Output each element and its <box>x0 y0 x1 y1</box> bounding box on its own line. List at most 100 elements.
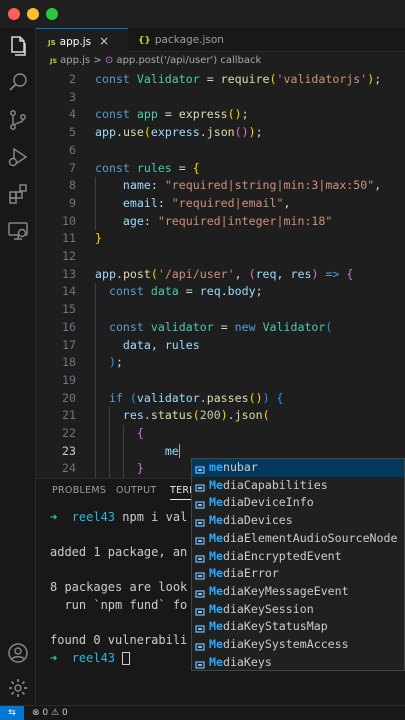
tab-label: app.js <box>59 36 92 48</box>
tab-app-js[interactable]: JS app.js × <box>36 28 128 52</box>
minimize-window-button[interactable] <box>27 8 39 20</box>
code-line[interactable]: 12 <box>36 248 405 266</box>
account-icon[interactable] <box>6 641 30 665</box>
terminal-line: added 1 package, an <box>50 544 187 560</box>
remote-indicator-button[interactable]: ⇆ <box>0 706 24 720</box>
terminal-text: added 1 package, an <box>50 545 188 560</box>
warning-icon: ⚠ <box>51 708 60 718</box>
code-text: const validator = new Validator( <box>108 319 333 334</box>
line-number: 16 <box>62 319 76 334</box>
suggestion-item[interactable]: MediaKeyStatusMap <box>192 618 404 636</box>
search-icon[interactable] <box>6 71 30 95</box>
line-number: 3 <box>69 89 76 104</box>
code-line[interactable]: 21 res.status(200).json( <box>36 407 405 425</box>
prompt-directory: reel43 <box>71 650 116 665</box>
code-line[interactable]: 4 const app = express(); <box>36 106 405 124</box>
extensions-icon[interactable] <box>6 182 30 206</box>
code-line[interactable]: 14 const data = req.body; <box>36 283 405 301</box>
code-text: const Validator = require('validatorjs')… <box>95 72 382 86</box>
terminal-text: 8 packages are look <box>50 580 188 595</box>
close-tab-icon[interactable]: × <box>99 34 109 48</box>
code-text: data, rules <box>122 337 200 352</box>
terminal-line: ➜ reel43 <box>50 650 131 666</box>
variable-symbol-icon <box>195 640 205 651</box>
line-number: 21 <box>62 408 76 423</box>
code-line[interactable]: 9 email: "required|email", <box>36 195 405 213</box>
code-line[interactable]: 10 age: "required|integer|min:18" <box>36 213 405 231</box>
close-window-button[interactable] <box>8 8 20 20</box>
warning-count: 0 <box>61 708 68 718</box>
text-cursor <box>178 444 181 459</box>
status-bar: ⇆ ⊗ 0 ⚠ 0 <box>0 705 405 720</box>
remote-explorer-icon[interactable] <box>6 219 30 243</box>
suggestion-item[interactable]: MediaKeyMessageEvent <box>192 583 404 601</box>
code-text: name: "required|string|min:3|max:50", <box>122 178 382 193</box>
run-debug-icon[interactable] <box>6 145 30 169</box>
suggestion-label: MediaDevices <box>209 513 293 528</box>
code-line[interactable]: 15 <box>36 301 405 319</box>
suggestion-item[interactable]: MediaDevices <box>192 512 404 530</box>
code-line[interactable]: 11} <box>36 230 405 248</box>
tab-problems[interactable]: PROBLEMS <box>52 485 106 496</box>
suggestion-item[interactable]: MediaDeviceInfo <box>192 494 404 512</box>
breadcrumb-file[interactable]: app.js <box>60 55 90 66</box>
suggestion-item[interactable]: MediaKeys <box>192 654 404 670</box>
code-line[interactable]: 20 if (validator.passes()) { <box>36 390 405 408</box>
line-number: 19 <box>62 372 76 387</box>
code-line[interactable]: 19 <box>36 372 405 390</box>
tab-output[interactable]: OUTPUT <box>116 485 157 496</box>
terminal-text: npm i val <box>115 510 188 524</box>
title-bar <box>0 0 405 28</box>
code-text: } <box>136 461 144 476</box>
line-number: 4 <box>69 107 76 122</box>
suggestion-item[interactable]: MediaError <box>192 565 404 583</box>
code-line[interactable]: 17 data, rules <box>36 337 405 355</box>
files-icon[interactable] <box>6 34 30 58</box>
terminal-cursor <box>122 651 131 665</box>
code-line[interactable]: 18 ); <box>36 354 405 372</box>
code-line[interactable]: 8 name: "required|string|min:3|max:50", <box>36 177 405 195</box>
tab-package-json[interactable]: {} package.json <box>128 28 228 52</box>
code-editor[interactable]: 2 const Validator = require('validatorjs'… <box>36 70 405 478</box>
suggestion-item[interactable]: MediaElementAudioSourceNode <box>192 530 404 548</box>
suggestion-item[interactable]: MediaEncryptedEvent <box>192 548 404 566</box>
code-text: age: "required|integer|min:18" <box>122 213 333 228</box>
breadcrumb-symbol[interactable]: app.post('/api/user') callback <box>116 55 261 66</box>
suggestion-label: MediaEncryptedEvent <box>209 548 342 563</box>
code-line[interactable]: 13 app.post('/api/user', (req, res) => { <box>36 266 405 284</box>
suggestion-item[interactable]: menubar <box>192 459 404 477</box>
breadcrumb: JS app.js > ⊙ app.post('/api/user') callb… <box>36 52 405 70</box>
line-number: 8 <box>69 178 76 193</box>
suggestion-item[interactable]: MediaKeySystemAccess <box>192 636 404 654</box>
prompt-directory: reel43 <box>71 510 116 524</box>
code-line[interactable]: 5 app.use(express.json()); <box>36 124 405 142</box>
code-line[interactable]: 7 const rules = { <box>36 160 405 178</box>
terminal-line: 8 packages are look <box>50 579 187 595</box>
line-number: 12 <box>62 249 76 263</box>
code-line[interactable]: 3 <box>36 89 405 107</box>
maximize-window-button[interactable] <box>46 8 58 20</box>
suggestion-item[interactable]: MediaCapabilities <box>192 477 404 495</box>
activity-bar <box>0 28 36 705</box>
code-text: { <box>136 426 144 440</box>
code-line[interactable]: 2 const Validator = require('validatorjs'… <box>36 71 405 89</box>
code-line[interactable]: 6 <box>36 142 405 160</box>
suggestion-label: MediaKeyStatusMap <box>209 619 328 634</box>
code-line[interactable]: 22 { <box>36 425 405 443</box>
code-text: me <box>164 443 181 459</box>
function-symbol-icon: ⊙ <box>104 55 114 66</box>
suggestion-label: MediaKeySystemAccess <box>209 637 349 651</box>
settings-gear-icon[interactable] <box>6 676 30 700</box>
line-number: 2 <box>69 72 76 86</box>
line-number: 5 <box>69 125 76 140</box>
code-text: const rules = { <box>95 160 200 175</box>
suggestion-item[interactable]: MediaKeySession <box>192 601 404 619</box>
problems-status[interactable]: ⊗ 0 ⚠ 0 <box>32 707 68 720</box>
code-text: ); <box>108 355 123 370</box>
breadcrumb-separator: > <box>93 55 102 66</box>
suggestion-label: menubar <box>209 460 258 474</box>
source-control-icon[interactable] <box>6 108 30 132</box>
code-line[interactable]: 16 const validator = new Validator( <box>36 319 405 337</box>
line-number: 13 <box>62 266 76 281</box>
